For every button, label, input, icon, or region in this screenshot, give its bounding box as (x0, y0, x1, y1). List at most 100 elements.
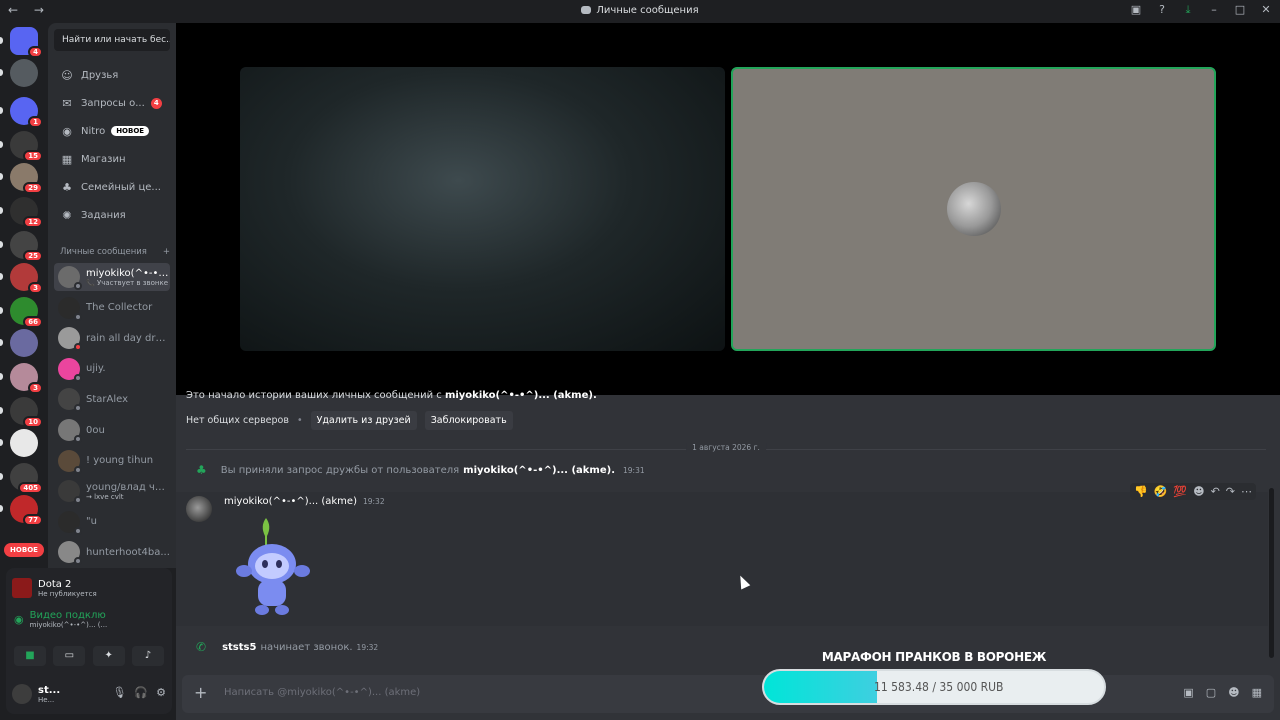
shop-icon: ▦ (61, 152, 73, 166)
nav-item-label: Друзья (81, 69, 119, 81)
help-icon[interactable]: ? (1154, 3, 1170, 17)
dm-item[interactable]: rain all day dru... (54, 324, 170, 352)
status-indicator (74, 373, 82, 382)
soundboard-button[interactable]: ♪ (131, 646, 164, 666)
guild-server-13[interactable] (0, 429, 38, 457)
microphone-icon[interactable]: 🎙 (112, 686, 126, 699)
dm-item[interactable]: ! young tihun (54, 447, 170, 475)
mention-badge: 4 (28, 46, 43, 58)
maximize-icon[interactable]: □ (1232, 3, 1248, 17)
server-list: 4 1 15 29 12 25 3 66 3 10 405 77 (0, 23, 48, 568)
video-tile-speaking[interactable] (731, 67, 1216, 351)
guild-server-12[interactable]: 10 (0, 397, 43, 428)
guild-server-5[interactable]: 29 (0, 163, 43, 194)
avatar[interactable] (12, 684, 32, 704)
goal-text: 11 583.48 / 35 000 RUB (874, 680, 1004, 694)
nav-item-mail[interactable]: ✉ Запросы о... 4 (54, 91, 170, 115)
laugh-reaction-icon[interactable]: 🤣 (1154, 485, 1168, 498)
nav-item-friends[interactable]: ☺ Друзья (54, 63, 170, 87)
status-indicator (74, 465, 82, 474)
minimize-icon[interactable]: – (1206, 3, 1222, 17)
block-button[interactable]: Заблокировать (424, 411, 513, 430)
guild-server-3[interactable]: 1 (0, 97, 43, 128)
dm-sidebar: Найти или начать бес... ☺ Друзья ✉ Запросы … (48, 23, 176, 568)
voice-buttons: ■ ▭ ✦ ♪ (14, 646, 164, 666)
emoji-icon[interactable]: ☻ (1228, 686, 1239, 699)
status-indicator (74, 526, 82, 535)
dm-item[interactable]: "u (54, 508, 170, 536)
guild-server-10[interactable] (0, 329, 38, 357)
guild-server-6[interactable]: 12 (0, 197, 43, 228)
find-conversation-button[interactable]: Найти или начать бес... (54, 29, 170, 51)
unread-pip (0, 439, 3, 446)
avatar (58, 541, 82, 566)
attach-plus-icon[interactable]: + (194, 683, 207, 702)
guild-server-4[interactable]: 15 (0, 131, 43, 162)
apps-icon[interactable]: ▦ (1252, 686, 1262, 699)
camera-button[interactable]: ■ (14, 646, 46, 666)
nav-item-quests[interactable]: ✺ Задания (54, 203, 170, 227)
reply-icon[interactable]: ↶ (1211, 485, 1220, 498)
dm-text: "u (86, 516, 170, 527)
add-reaction-icon[interactable]: ☻ (1193, 485, 1204, 498)
dm-text: 0ou (86, 425, 170, 436)
message-item[interactable]: miyokiko(^•-•^)... (akme) 19:32 👎 🤣 💯 ☻ ↶… (176, 483, 1268, 626)
dm-item[interactable]: young/влад че... → lxve cvlt (54, 477, 170, 505)
dm-item[interactable]: ujiy. (54, 355, 170, 383)
create-dm-icon[interactable]: + (163, 247, 170, 257)
activity-status[interactable]: Dota 2 Не публикуется (12, 572, 166, 604)
guild-server-8[interactable]: 3 (0, 263, 43, 294)
guild-home[interactable]: 4 (0, 27, 43, 58)
dm-header: Личные сообщения + (60, 247, 170, 257)
nav-item-nitro[interactable]: ◉ Nitro НОВОЕ (54, 119, 170, 143)
family-icon: ♣ (62, 180, 72, 194)
signal-icon[interactable]: ◉ (14, 613, 24, 626)
video-tile-camera[interactable] (240, 67, 725, 351)
scrollbar[interactable] (1269, 488, 1274, 658)
headphones-icon[interactable]: 🎧 (134, 686, 148, 699)
discord-logo-icon (581, 6, 592, 14)
status-indicator (74, 312, 82, 321)
hundred-reaction-icon[interactable]: 💯 (1173, 485, 1187, 498)
remove-friend-button[interactable]: Удалить из друзей (310, 411, 417, 430)
dm-name: miyokiko(^•-•^)... (86, 267, 170, 279)
more-icon[interactable]: ⋯ (1241, 485, 1252, 498)
dm-item[interactable]: hunterhoot4ba... (54, 538, 170, 566)
dm-item[interactable]: The Collector (54, 294, 170, 322)
nav-item-family[interactable]: ♣ Семейный це... (54, 175, 170, 199)
screen-share-button[interactable]: ▭ (53, 646, 86, 666)
guild-server-7[interactable]: 25 (0, 231, 43, 262)
nav-item-label: Магазин (81, 153, 126, 165)
guild-server-14[interactable]: 405 (0, 463, 43, 494)
thumbs-down-reaction-icon[interactable]: 👎 (1134, 485, 1148, 498)
settings-gear-icon[interactable]: ⚙ (156, 686, 166, 699)
dm-text: ujiy. (86, 363, 170, 374)
dm-text: ! young tihun (86, 455, 170, 466)
mention-badge: 3 (28, 382, 43, 394)
unread-pip (0, 69, 3, 76)
guild-server-2[interactable] (0, 59, 38, 87)
dm-name: "u (86, 516, 97, 528)
dm-item[interactable]: miyokiko(^•-•^)...📞 Участвует в звонке (54, 263, 170, 291)
avatar[interactable] (186, 496, 212, 522)
nav-item-shop[interactable]: ▦ Магазин (54, 147, 170, 171)
mention-badge: 12 (23, 216, 43, 228)
nav-item-label: Семейный це... (81, 181, 161, 193)
mention-badge: 10 (23, 416, 43, 428)
download-icon[interactable]: ⤓ (1180, 3, 1196, 17)
guild-server-15[interactable]: 77 (0, 495, 43, 526)
gif-icon[interactable]: ▣ (1183, 686, 1193, 699)
inbox-icon[interactable]: ▣ (1128, 3, 1144, 17)
message-input[interactable]: Написать @miyokiko(^•-•^)... (akme) (224, 687, 420, 698)
dm-item[interactable]: StarAlex (54, 385, 170, 413)
new-servers-pill[interactable]: НОВОЕ (4, 543, 44, 557)
close-icon[interactable]: ✕ (1258, 3, 1274, 17)
friend-add-icon: ♣ (196, 463, 207, 477)
sticker-icon[interactable]: ▢ (1206, 686, 1216, 699)
unread-pip (0, 273, 3, 280)
activities-button[interactable]: ✦ (92, 646, 125, 666)
dm-item[interactable]: 0ou (54, 416, 170, 444)
forward-icon[interactable]: ↷ (1226, 485, 1235, 498)
guild-server-9[interactable]: 66 (0, 297, 43, 328)
guild-server-11[interactable]: 3 (0, 363, 43, 394)
